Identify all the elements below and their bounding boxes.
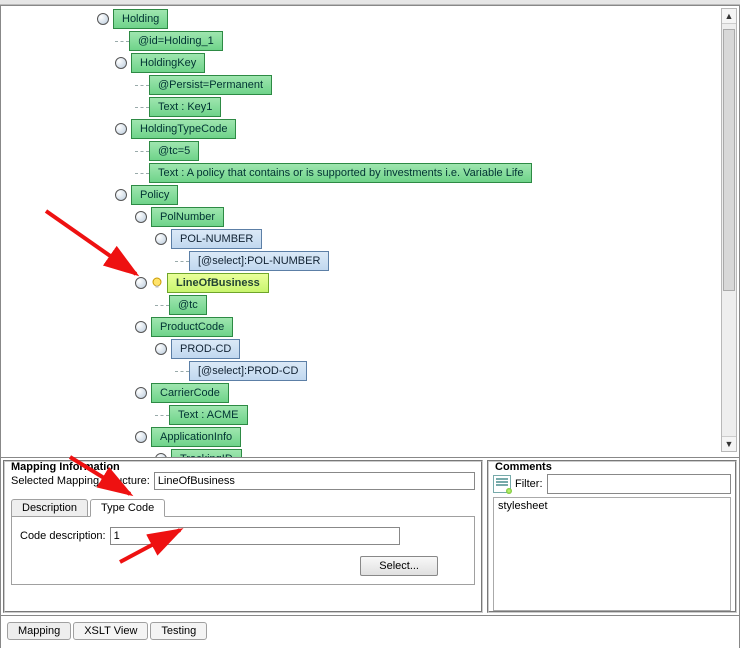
tree-node-text-acme[interactable]: Text : ACME [169,405,248,425]
tree-node-carriercode[interactable]: CarrierCode [151,383,229,403]
tree-node-tc5[interactable]: @tc=5 [149,141,199,161]
mapping-tabs: Description Type Code [11,494,475,517]
tree-node-text-policy[interactable]: Text : A policy that contains or is supp… [149,163,532,183]
tree-node-holdingtypecode[interactable]: HoldingTypeCode [131,119,236,139]
selected-structure-label: Selected Mapping Structure: [11,475,150,487]
tree-node-applicationinfo[interactable]: ApplicationInfo [151,427,241,447]
lightbulb-icon [151,277,163,289]
tree-node-text-key1[interactable]: Text : Key1 [149,97,221,117]
tree-node-trackingid[interactable]: TrackingID [171,449,242,458]
tree-connector [175,371,189,372]
mapping-info-panel: Mapping Information Selected Mapping Str… [3,460,483,613]
tree-node-prod-cd[interactable]: PROD-CD [171,339,240,359]
tree-panel: ▲ ▼ Holding @id=Holding_1 Holding [1,6,739,458]
tab-type-code[interactable]: Type Code [90,499,165,517]
expand-toggle-icon[interactable] [155,343,167,355]
comments-panel: Comments Filter: stylesheet [487,460,737,613]
tree-node-attc[interactable]: @tc [169,295,207,315]
expand-toggle-icon[interactable] [135,321,147,333]
main-frame: ▲ ▼ Holding @id=Holding_1 Holding [0,5,740,648]
expand-toggle-icon[interactable] [135,387,147,399]
footer-tabs: Mapping XSLT View Testing [1,615,739,646]
expand-toggle-icon[interactable] [155,233,167,245]
tree-node-productcode[interactable]: ProductCode [151,317,233,337]
code-description-field[interactable] [110,527,400,545]
tree-node-pol-number-blue[interactable]: POL-NUMBER [171,229,262,249]
tree-connector [155,305,169,306]
tree-node-lineofbusiness[interactable]: LineOfBusiness [167,273,269,293]
mapping-info-title: Mapping Information [11,461,120,473]
tree-connector [175,261,189,262]
expand-toggle-icon[interactable] [135,277,147,289]
tree-node-select-pol-number[interactable]: [@select]:POL-NUMBER [189,251,329,271]
tree-node-select-prod-cd[interactable]: [@select]:PROD-CD [189,361,307,381]
tree-connector [155,415,169,416]
expand-toggle-icon[interactable] [115,189,127,201]
tree-connector [135,151,149,152]
footer-tab-xslt[interactable]: XSLT View [73,622,148,640]
comments-filter-field[interactable] [547,474,732,494]
type-code-tab-body: Code description: Select... [11,517,475,585]
expand-toggle-icon[interactable] [155,453,167,458]
tree-node-policy[interactable]: Policy [131,185,178,205]
tree-connector [115,41,129,42]
expand-toggle-icon[interactable] [115,57,127,69]
tree-node-id-holding[interactable]: @id=Holding_1 [129,31,223,51]
tree-node-holdingkey[interactable]: HoldingKey [131,53,205,73]
footer-tab-testing[interactable]: Testing [150,622,207,640]
tree-node-holding[interactable]: Holding [113,9,168,29]
bottom-panels: Mapping Information Selected Mapping Str… [1,458,739,615]
comments-list[interactable]: stylesheet [493,497,731,611]
code-description-label: Code description: [20,530,106,542]
tree-connector [135,107,149,108]
footer-tab-mapping[interactable]: Mapping [7,622,71,640]
tree-scroll-region: Holding @id=Holding_1 HoldingKey @Persis… [1,6,739,458]
tree-node-persist[interactable]: @Persist=Permanent [149,75,272,95]
select-button[interactable]: Select... [360,556,438,576]
comments-title: Comments [495,461,552,473]
comment-item[interactable]: stylesheet [498,500,726,512]
tree-node-polnumber[interactable]: PolNumber [151,207,224,227]
expand-toggle-icon[interactable] [135,431,147,443]
note-icon [493,475,511,493]
tree-connector [135,85,149,86]
expand-toggle-icon[interactable] [135,211,147,223]
filter-label: Filter: [515,478,543,490]
selected-structure-field[interactable] [154,472,475,490]
expand-toggle-icon[interactable] [115,123,127,135]
tree-connector [135,173,149,174]
structure-tree: Holding @id=Holding_1 HoldingKey @Persis… [1,8,739,458]
tab-description[interactable]: Description [11,499,88,517]
expand-toggle-icon[interactable] [97,13,109,25]
